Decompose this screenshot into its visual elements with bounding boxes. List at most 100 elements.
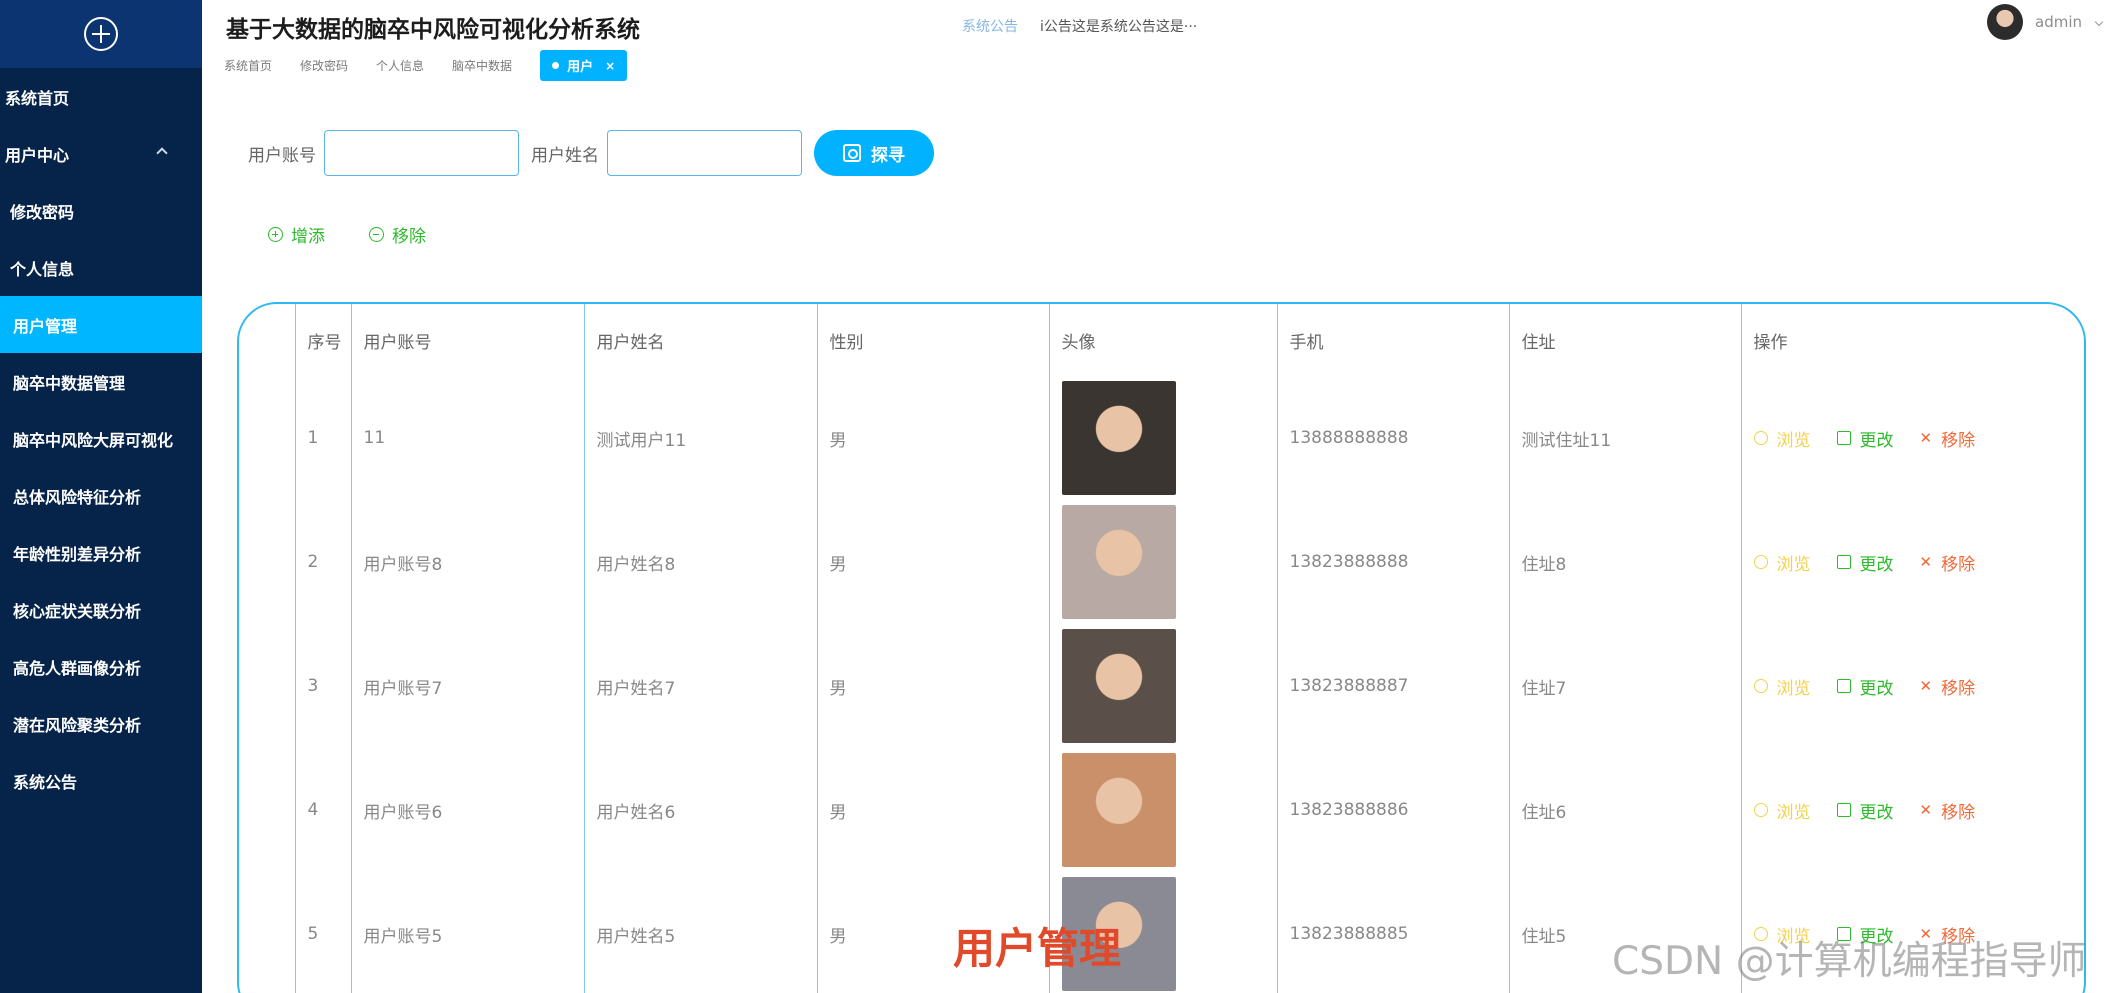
cell-account: 用户账号7 <box>351 624 585 748</box>
sidebar-item-symptom[interactable]: 核心症状关联分析 <box>0 581 202 638</box>
tab-label: 用户 <box>567 60 594 75</box>
header: 基于大数据的脑卒中风险可视化分析系统 系统公告 i公告这是系统公告这是··· a… <box>202 0 2106 92</box>
column-header-address[interactable]: 住址 <box>1509 304 1742 376</box>
column-header-avatar[interactable]: 头像 <box>1049 304 1278 376</box>
cell-actions: 浏览 更改 ✕ 移除 <box>1741 624 2084 748</box>
add-button[interactable]: 增添 <box>268 222 325 247</box>
remove-label: 移除 <box>392 227 426 247</box>
search-icon <box>843 144 861 162</box>
sidebar-item-home[interactable]: 系统首页 <box>0 68 202 125</box>
sidebar-item-stroke-data[interactable]: 脑卒中数据管理 <box>0 353 202 410</box>
user-avatar-image[interactable] <box>1061 505 1176 619</box>
edit-button[interactable]: 更改 <box>1836 426 1894 451</box>
search-bar: 用户账号 用户姓名 探寻 <box>248 130 934 176</box>
delete-button[interactable]: ✕ 移除 <box>1920 674 1976 699</box>
cell-gender: 男 <box>817 376 1050 500</box>
remove-button[interactable]: 移除 <box>369 222 426 247</box>
table-header-row: 序号 用户账号 用户姓名 性别 头像 手机 住址 操作 <box>239 304 2084 376</box>
edit-label: 更改 <box>1859 554 1894 575</box>
row-select-cell[interactable] <box>239 500 296 624</box>
tab-user[interactable]: 用户 × <box>540 50 628 81</box>
edit-button[interactable]: 更改 <box>1836 550 1894 575</box>
sidebar-item-profile[interactable]: 个人信息 <box>0 239 202 296</box>
column-header-index: 序号 <box>295 304 352 376</box>
minus-circle-icon <box>369 227 384 242</box>
cell-phone: 13823888887 <box>1277 624 1510 748</box>
sidebar-item-user-center[interactable]: 用户中心 <box>0 125 202 182</box>
search-icon <box>1753 679 1768 693</box>
row-select-cell[interactable] <box>239 872 296 993</box>
close-icon: ✕ <box>1919 429 1933 447</box>
account-input[interactable] <box>324 130 519 176</box>
table-row[interactable]: 1 11 测试用户11 男 13888888888 测试住址11 浏览 更改 ✕ 移除 <box>239 376 2084 500</box>
search-icon <box>1753 431 1768 445</box>
sidebar-item-age-gender[interactable]: 年龄性别差异分析 <box>0 524 202 581</box>
delete-button[interactable]: ✕ 移除 <box>1920 550 1976 575</box>
sidebar-item-cluster[interactable]: 潜在风险聚类分析 <box>0 695 202 752</box>
table-row[interactable]: 4 用户账号6 用户姓名6 男 13823888886 住址6 浏览 更改 ✕ 移除 <box>239 748 2084 872</box>
cell-index: 1 <box>295 376 352 500</box>
search-icon <box>1753 803 1768 817</box>
column-header-phone[interactable]: 手机 <box>1277 304 1510 376</box>
sidebar-item-label: 脑卒中数据管理 <box>13 373 126 393</box>
name-input[interactable] <box>607 130 802 176</box>
page-title: 基于大数据的脑卒中风险可视化分析系统 <box>226 17 640 43</box>
row-select-cell[interactable] <box>239 748 296 872</box>
user-menu[interactable]: admin <box>1987 4 2106 40</box>
action-bar: 增添 移除 <box>268 222 470 247</box>
delete-button[interactable]: ✕ 移除 <box>1920 798 1976 823</box>
delete-label: 移除 <box>1941 678 1976 699</box>
sidebar-header <box>0 0 202 68</box>
column-header-name[interactable]: 用户姓名 <box>584 304 818 376</box>
caption-overlay: 用户管理 <box>953 924 1122 973</box>
notice-marquee: i公告这是系统公告这是··· <box>1040 19 1198 35</box>
sidebar-item-user-management[interactable]: 用户管理 <box>0 296 202 353</box>
sidebar-item-overall-risk[interactable]: 总体风险特征分析 <box>0 467 202 524</box>
search-button[interactable]: 探寻 <box>814 130 934 176</box>
user-avatar-image[interactable] <box>1061 629 1176 743</box>
view-label: 浏览 <box>1776 554 1811 575</box>
cell-address: 住址7 <box>1509 624 1742 748</box>
tab-stroke-data[interactable]: 脑卒中数据 <box>452 57 512 74</box>
row-actions: 浏览 更改 ✕ 移除 <box>1753 674 2085 699</box>
edit-button[interactable]: 更改 <box>1836 674 1894 699</box>
edit-icon <box>1836 803 1851 817</box>
sidebar-item-label: 用户中心 <box>5 145 70 165</box>
sidebar-item-high-risk[interactable]: 高危人群画像分析 <box>0 638 202 695</box>
plus-circle-icon[interactable] <box>84 17 118 51</box>
view-button[interactable]: 浏览 <box>1753 550 1811 575</box>
close-icon[interactable]: × <box>605 59 615 73</box>
delete-button[interactable]: ✕ 移除 <box>1920 426 1976 451</box>
table-row[interactable]: 3 用户账号7 用户姓名7 男 13823888887 住址7 浏览 更改 ✕ 移除 <box>239 624 2084 748</box>
avatar <box>1987 4 2023 40</box>
view-label: 浏览 <box>1776 802 1811 823</box>
edit-button[interactable]: 更改 <box>1836 798 1894 823</box>
user-avatar-image[interactable] <box>1061 753 1176 867</box>
row-select-cell[interactable] <box>239 376 296 500</box>
sidebar-item-label: 高危人群画像分析 <box>13 658 142 678</box>
cell-avatar <box>1049 748 1278 872</box>
user-name: admin <box>2035 13 2082 31</box>
tab-change-password[interactable]: 修改密码 <box>300 57 348 74</box>
sidebar-item-notice[interactable]: 系统公告 <box>0 752 202 809</box>
row-actions: 浏览 更改 ✕ 移除 <box>1753 426 2085 451</box>
sidebar-item-risk-dashboard[interactable]: 脑卒中风险大屏可视化 <box>0 410 202 467</box>
search-button-label: 探寻 <box>871 145 905 166</box>
table-row[interactable]: 2 用户账号8 用户姓名8 男 13823888888 住址8 浏览 更改 ✕ 移除 <box>239 500 2084 624</box>
user-avatar-image[interactable] <box>1061 381 1176 495</box>
cell-gender: 男 <box>817 624 1050 748</box>
cell-actions: 浏览 更改 ✕ 移除 <box>1741 748 2084 872</box>
sidebar-item-label: 年龄性别差异分析 <box>13 544 142 564</box>
add-label: 增添 <box>291 227 325 247</box>
tab-profile[interactable]: 个人信息 <box>376 57 424 74</box>
edit-icon <box>1836 679 1851 693</box>
row-select-cell[interactable] <box>239 624 296 748</box>
view-button[interactable]: 浏览 <box>1753 674 1811 699</box>
sidebar-item-change-password[interactable]: 修改密码 <box>0 182 202 239</box>
column-header-gender[interactable]: 性别 <box>817 304 1050 376</box>
view-label: 浏览 <box>1776 678 1811 699</box>
view-button[interactable]: 浏览 <box>1753 798 1811 823</box>
view-button[interactable]: 浏览 <box>1753 426 1811 451</box>
tab-home[interactable]: 系统首页 <box>224 57 272 74</box>
column-header-account[interactable]: 用户账号 <box>351 304 585 376</box>
